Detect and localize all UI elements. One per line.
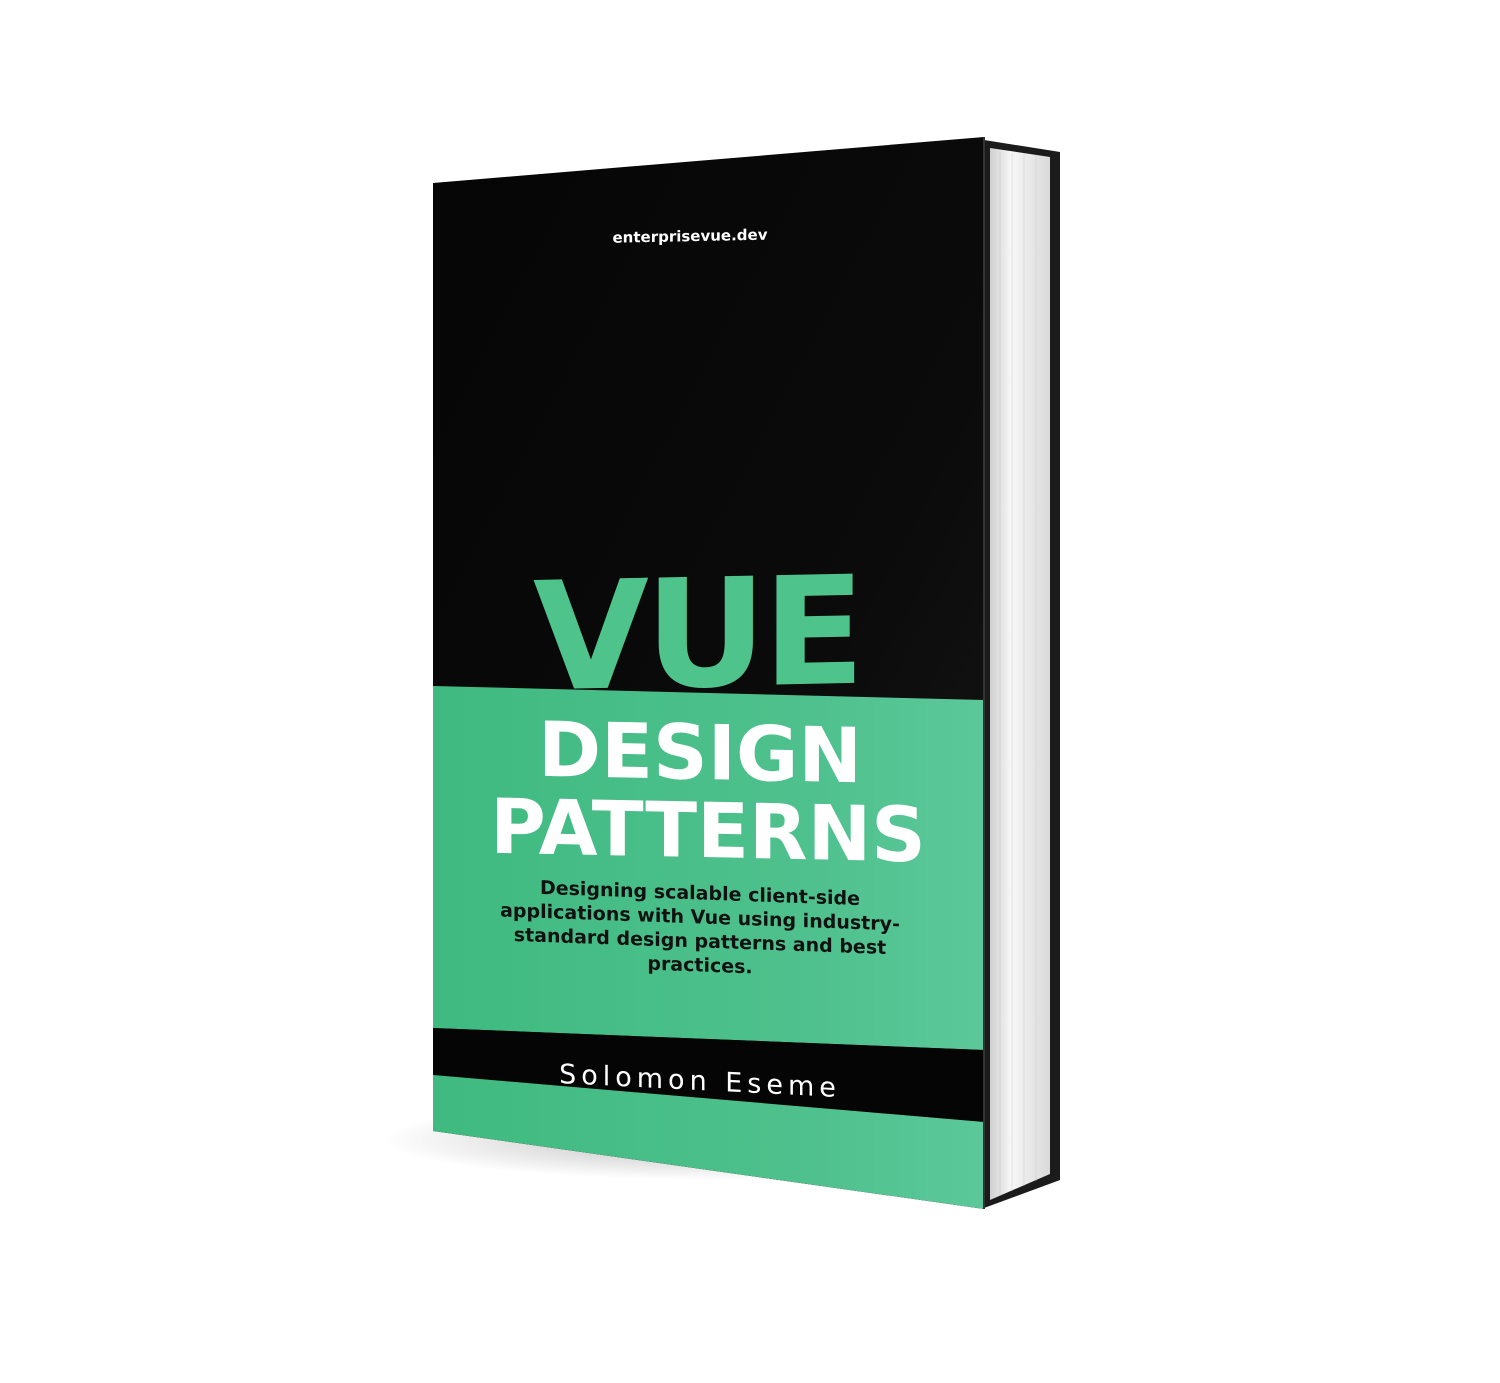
cover-title-vue: VUE <box>533 545 861 726</box>
cover-website: enterprisevue.dev <box>613 226 768 247</box>
book-illustration: enterprisevue.dev VUE DESIGN PATTERNS De… <box>380 137 1060 1209</box>
book-pages <box>990 148 1050 1200</box>
cover-title-patterns: PATTERNS <box>490 782 926 880</box>
book-mockup-stage: enterprisevue.dev VUE DESIGN PATTERNS De… <box>0 0 1500 1383</box>
subtitle-line-4: practices. <box>647 953 752 979</box>
